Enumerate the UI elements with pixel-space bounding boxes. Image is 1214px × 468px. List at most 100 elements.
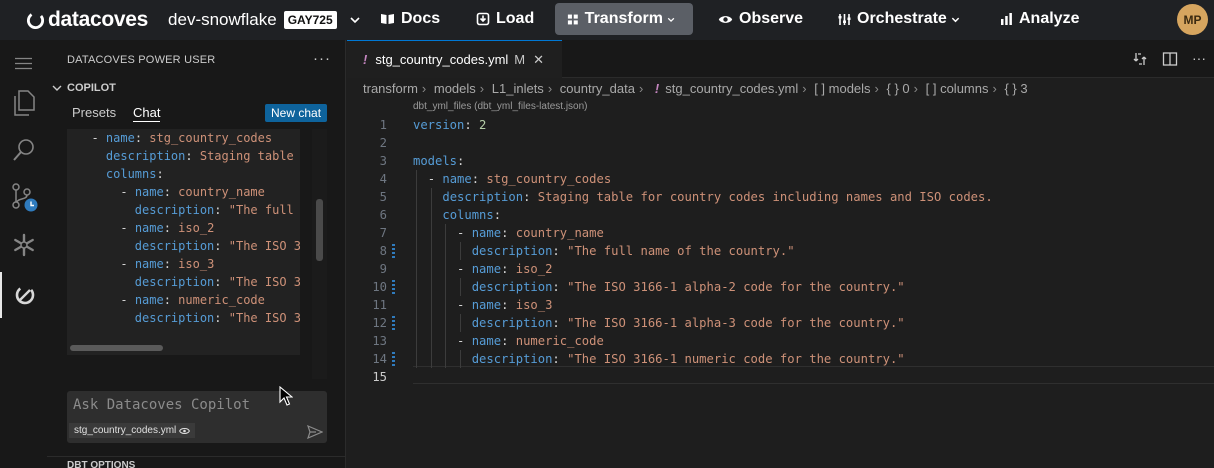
breadcrumb-item[interactable]: { } 3 — [1004, 81, 1027, 96]
activity-bar — [0, 40, 47, 468]
chat-code-line: description: "The ISO 3166 — [134, 275, 300, 289]
breadcrumb-item[interactable]: [ ] models — [814, 81, 870, 96]
nav-observe-label: Observe — [739, 10, 804, 27]
chat-vertical-scrollbar[interactable] — [316, 199, 323, 261]
indent-guide — [445, 224, 447, 368]
code-line: - name: iso_3 — [457, 298, 553, 312]
chat-horizontal-scrollbar[interactable] — [70, 345, 163, 351]
breadcrumb: transform › models › L1_inlets › country_da… — [363, 81, 1028, 96]
breadcrumb-item[interactable]: models — [434, 81, 476, 96]
hamburger-menu-icon — [15, 57, 32, 69]
modified-line-marker — [392, 352, 395, 366]
activity-source-control[interactable] — [0, 175, 47, 221]
current-line-highlight — [413, 366, 1214, 384]
environment-badge: GAY725 — [283, 11, 337, 29]
orchestrate-icon — [838, 13, 851, 25]
environment-name[interactable]: dev-snowflake — [168, 10, 277, 30]
indent-guide — [459, 314, 461, 332]
chat-code-line: description: "The ISO 3166 — [134, 311, 300, 325]
indent-guide — [459, 350, 461, 368]
activity-explorer[interactable] — [0, 80, 47, 126]
send-icon[interactable] — [307, 425, 323, 439]
chat-code-line: description: "The ISO 3166 — [134, 239, 300, 253]
mouse-cursor-icon — [279, 386, 293, 406]
line-number: 11 — [372, 298, 387, 312]
tab-chat[interactable]: Chat — [133, 105, 161, 122]
line-number: 6 — [379, 208, 387, 222]
attached-file-chip[interactable]: stg_country_codes.yml — [69, 423, 196, 438]
breadcrumb-item[interactable]: { } 0 — [887, 81, 910, 96]
line-number: 13 — [372, 334, 387, 348]
load-icon — [476, 12, 490, 26]
modified-indicator: M — [514, 52, 526, 67]
chat-code-block: - name: stg_country_codes description: S… — [67, 129, 300, 355]
datacoves-icon — [15, 285, 34, 305]
code-line: description: "The ISO 3166-1 alpha-2 cod… — [471, 280, 905, 294]
editor-tab-bar: ! stg_country_codes.yml M ✕ ··· — [347, 40, 1214, 78]
nav-docs[interactable]: Docs — [368, 3, 452, 35]
copilot-section-header[interactable]: COPILOT — [51, 82, 116, 94]
dbt-options-section-header[interactable]: DBT OPTIONS — [47, 456, 346, 468]
avatar[interactable]: MP — [1177, 4, 1208, 35]
line-number: 10 — [372, 280, 387, 294]
sidebar: DATACOVES POWER USER ··· COPILOT Presets… — [47, 40, 346, 468]
yaml-file-icon: ! — [363, 52, 368, 67]
datacoves-logo-icon — [26, 11, 45, 29]
top-navigation: datacoves dev-snowflake GAY725 Docs Load… — [0, 0, 1214, 40]
breadcrumb-item[interactable]: stg_country_codes.yml — [665, 81, 798, 96]
activity-search[interactable] — [0, 127, 47, 173]
chat-code-line: - name: stg_country_codes — [91, 131, 273, 145]
nav-orchestrate[interactable]: Orchestrate — [826, 3, 978, 35]
line-number: 8 — [379, 244, 387, 258]
breadcrumb-item[interactable]: transform — [363, 81, 418, 96]
code-line: - name: iso_2 — [457, 262, 553, 276]
code-line: - name: numeric_code — [457, 334, 604, 348]
chat-code-line: - name: country_name — [120, 185, 265, 199]
line-number: 14 — [372, 352, 387, 366]
chevron-down-icon — [951, 17, 959, 22]
code-line: - name: country_name — [457, 226, 604, 240]
line-number: 1 — [379, 118, 387, 132]
code-line: models: — [413, 154, 465, 168]
nav-orchestrate-label: Orchestrate — [857, 10, 947, 27]
editor-tab[interactable]: ! stg_country_codes.yml M ✕ — [347, 40, 562, 78]
split-editor-icon[interactable] — [1162, 51, 1178, 67]
nav-analyze-label: Analyze — [1019, 10, 1080, 27]
breadcrumb-item[interactable]: [ ] columns — [926, 81, 989, 96]
line-number: 2 — [379, 136, 387, 150]
chat-code-line: description: "The full nam — [134, 203, 294, 217]
code-line: description: "The ISO 3166-1 alpha-3 cod… — [471, 316, 905, 330]
nav-observe[interactable]: Observe — [706, 3, 815, 35]
code-line: - name: stg_country_codes — [427, 172, 612, 186]
compare-changes-icon[interactable] — [1132, 51, 1148, 67]
indent-guide — [459, 242, 461, 260]
activity-datacoves[interactable] — [0, 272, 47, 318]
breadcrumb-item[interactable]: L1_inlets — [492, 81, 544, 96]
book-icon — [381, 14, 394, 24]
nav-transform[interactable]: Transform — [555, 3, 693, 35]
code-line: description: Staging table for country c… — [442, 190, 993, 204]
line-number: 7 — [379, 226, 387, 240]
tab-presets[interactable]: Presets — [72, 105, 116, 120]
nav-load[interactable]: Load — [464, 3, 546, 35]
explorer-icon — [13, 90, 35, 116]
nav-analyze[interactable]: Analyze — [988, 3, 1091, 35]
snowflake-icon — [13, 233, 34, 257]
new-chat-button[interactable]: New chat — [265, 104, 328, 122]
modified-line-marker — [392, 280, 395, 294]
activity-snowflake[interactable] — [0, 222, 47, 268]
modified-line-marker — [392, 244, 395, 258]
chat-code-line: - name: numeric_code — [120, 293, 265, 307]
copilot-input-placeholder: Ask Datacoves Copilot — [73, 397, 251, 413]
datacoves-logo[interactable]: datacoves — [26, 8, 148, 32]
close-icon[interactable]: ✕ — [533, 52, 544, 68]
breadcrumb-item[interactable]: country_data — [560, 81, 635, 96]
indent-guide — [430, 188, 432, 368]
nav-load-label: Load — [496, 10, 535, 27]
chevron-down-icon[interactable] — [349, 14, 361, 26]
chat-code-line: description: Staging table for — [105, 149, 294, 163]
attached-file-name: stg_country_codes.yml — [74, 425, 177, 436]
more-actions-icon[interactable]: ··· — [1192, 51, 1206, 67]
more-actions-icon[interactable]: ··· — [313, 50, 331, 67]
chat-code-line: - name: iso_2 — [120, 221, 215, 235]
